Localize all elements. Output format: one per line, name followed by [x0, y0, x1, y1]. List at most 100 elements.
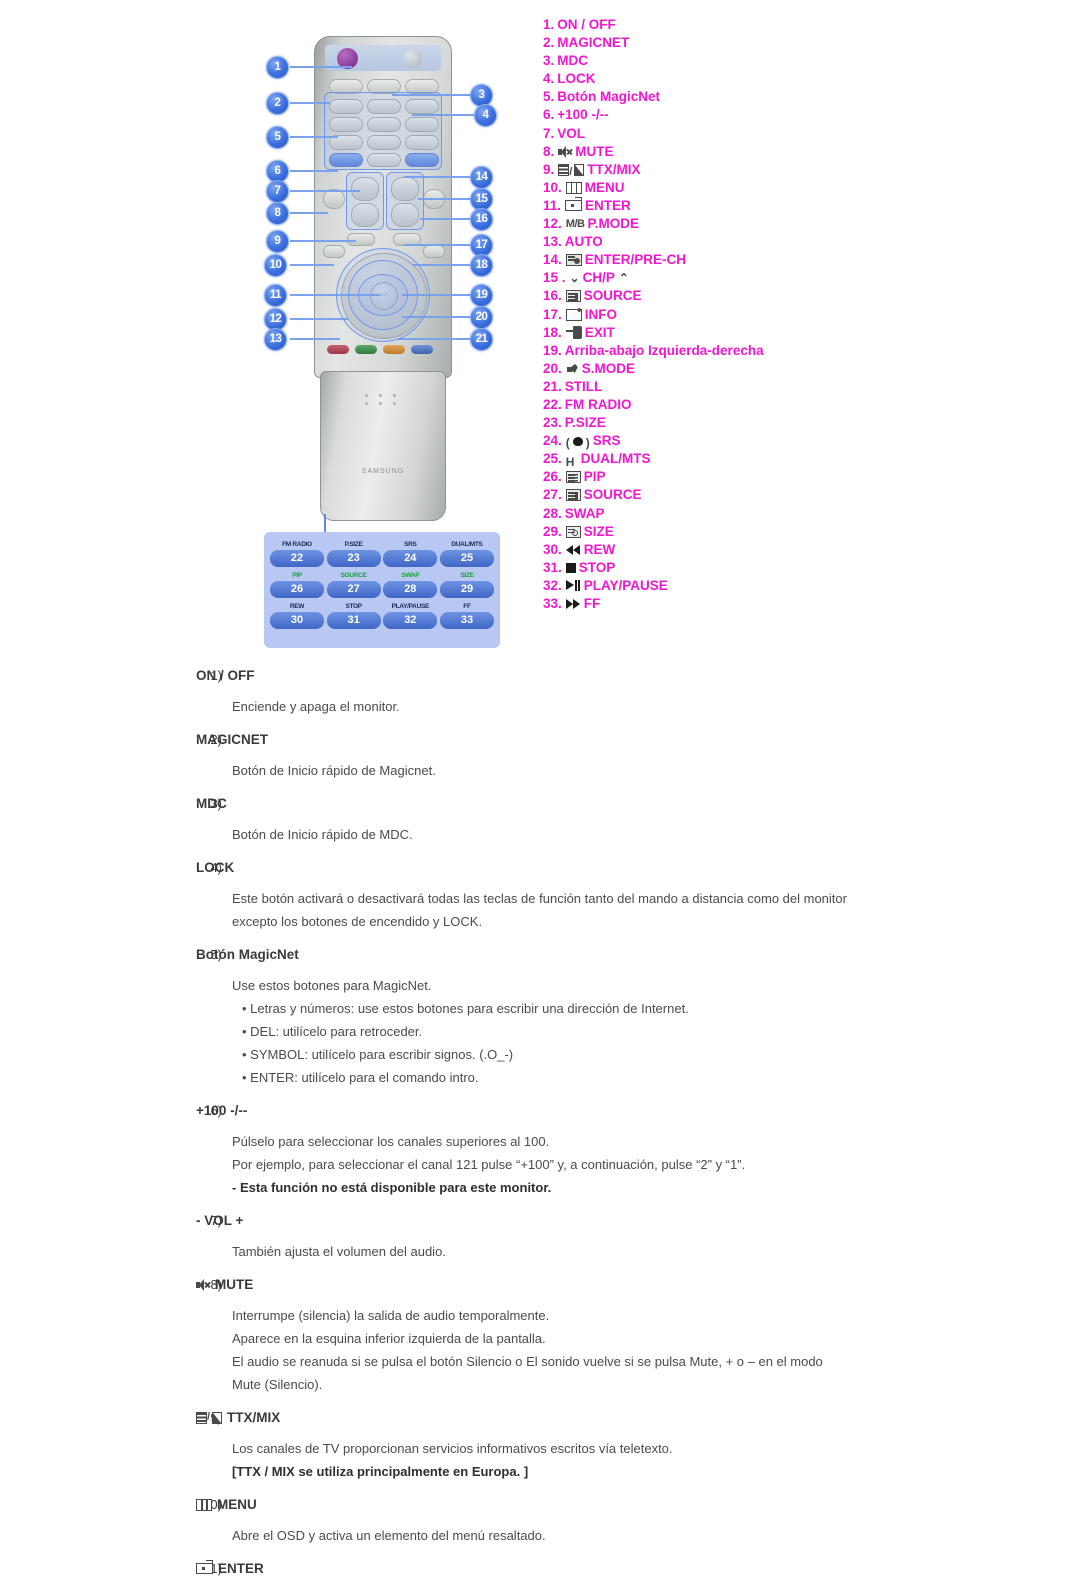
- legend-item: 6. +100 -/--: [543, 106, 963, 124]
- button-map-caption: SRS: [404, 541, 417, 548]
- entry-line: [TTX / MIX se utiliza principalmente en …: [232, 1464, 529, 1479]
- legend-item-number: 6.: [543, 107, 555, 123]
- callout-2: 2: [266, 92, 289, 115]
- entry-number: 7): [210, 1213, 222, 1228]
- legend-item-label: PIP: [583, 469, 606, 485]
- entry-body: También ajusta el volumen del audio.: [232, 1240, 1080, 1263]
- highlight-vol: [346, 172, 384, 230]
- pip-icon: [565, 471, 581, 484]
- button-map-number: 26: [270, 581, 324, 598]
- button-map-caption: DUAL/MTS: [451, 541, 483, 548]
- legend-item: 31. STOP: [543, 559, 963, 577]
- legend-item-label: INFO: [584, 306, 618, 322]
- leader-line-17: [404, 244, 470, 246]
- description-entry: 9)/TTX/MIXLos canales de TV proporcionan…: [0, 1410, 1080, 1483]
- legend-item: 13. AUTO: [543, 233, 963, 251]
- description-entry: 11) ENTER: [0, 1560, 1080, 1576]
- prech-icon: [565, 254, 582, 267]
- size-icon: [565, 525, 581, 538]
- entry-title-wrap: / TTX/MIX: [196, 1410, 280, 1425]
- legend-item-label: LOCK: [557, 71, 596, 87]
- legend-item-label: STOP: [578, 559, 616, 575]
- button-map-number: 25: [439, 550, 494, 567]
- entry-number: 5): [210, 947, 222, 962]
- entry-line: • DEL: utilícelo para retroceder.: [242, 1024, 423, 1039]
- description-entry: 2) MAGICNET Botón de Inicio rápido de Magi…: [0, 732, 1080, 782]
- entry-line: Enciende y apaga el monitor.: [232, 699, 400, 714]
- legend-item: 5. Botón MagicNet: [543, 88, 963, 106]
- entry-heading: 10) MENU: [196, 1497, 1080, 1512]
- ttx-mix-icon: /: [196, 1411, 222, 1424]
- callout-19: 19: [470, 284, 493, 307]
- legend-item-label: MAGICNET: [557, 35, 630, 51]
- legend-item-label: +100 -/--: [557, 107, 609, 123]
- legend-item-label: ENTER/PRE-CH: [584, 252, 687, 268]
- legend-item-label: FF: [583, 596, 601, 611]
- ttx-mix-icon: /: [558, 163, 585, 178]
- button-map-caption: FM RADIO: [282, 541, 312, 548]
- pmode-key: [323, 245, 345, 258]
- leader-line-21: [398, 338, 470, 340]
- button-map-number: 24: [383, 550, 438, 567]
- callout-16: 16: [470, 208, 493, 231]
- button-map-cell: SWAP 28: [383, 571, 438, 598]
- legend-item-number: 19.: [543, 342, 562, 358]
- entry-body: Este botón activará o desactivará todas …: [232, 887, 1080, 933]
- color-key-blue: [411, 345, 433, 354]
- entry-heading: 7) - VOL +: [196, 1213, 1080, 1228]
- legend-item-label: P.MODE: [587, 216, 639, 232]
- legend-item-label: ENTER: [585, 197, 631, 213]
- legend-item-label: TTX/MIX: [587, 161, 641, 177]
- button-map-number: 27: [326, 581, 381, 598]
- button-map-cell: SIZE 29: [439, 571, 494, 598]
- legend-item: 22. FM RADIO: [543, 396, 963, 414]
- legend-item: 20. S.MODE: [543, 360, 963, 378]
- legend-item: 25. H DUAL/MTS: [543, 450, 963, 470]
- legend-item: 16. SOURCE: [543, 287, 963, 305]
- button-map-number: 28: [383, 581, 438, 598]
- entry-title: TTX/MIX: [227, 1410, 281, 1425]
- callout-4: 4: [474, 104, 497, 127]
- remote-control-figure: C.P SAMSUNG 1 2 5 6 7 8 9 10 11 12 13 3 …: [252, 26, 510, 648]
- button-map-cell: DUAL/MTS 25: [439, 540, 494, 567]
- entry-line: También ajusta el volumen del audio.: [232, 1244, 446, 1259]
- menu-icon: [565, 181, 582, 194]
- enter-icon: [196, 1560, 213, 1574]
- legend-item-label: ON / OFF: [557, 17, 616, 32]
- legend-item-number: 13.: [543, 234, 562, 250]
- entry-body: Botón de Inicio rápido de MDC.: [232, 823, 1080, 846]
- leader-line-1: [290, 66, 352, 68]
- info-icon: [565, 308, 582, 321]
- legend-item: 3. MDC: [543, 52, 963, 70]
- legend-item-label: Botón MagicNet: [557, 89, 661, 105]
- exit-icon: [565, 326, 582, 340]
- entry-line: El audio se reanuda si se pulsa el botón…: [232, 1354, 823, 1369]
- legend-item-number: 20.: [543, 360, 562, 376]
- entry-heading: 2) MAGICNET: [196, 732, 1080, 747]
- legend-item: 8. MUTE: [543, 143, 963, 161]
- button-map-cell: P.SIZE 23: [326, 540, 381, 567]
- srs-icon: (): [565, 435, 590, 450]
- entry-line: • ENTER: utilícelo para el comando intro…: [242, 1070, 479, 1085]
- legend-item-number: 9.: [543, 161, 555, 177]
- leader-line-10: [290, 264, 334, 266]
- legend-item: 28. SWAP: [543, 505, 963, 523]
- color-key-red: [327, 345, 349, 354]
- highlight-pad-center: [358, 274, 408, 316]
- ch-p-icon: ⌄: [569, 271, 580, 286]
- legend-item-label: Arriba-abajo Izquierda-derecha: [564, 342, 764, 358]
- source-icon: [565, 290, 581, 303]
- legend-item: 19. Arriba-abajo Izquierda-derecha: [543, 342, 963, 360]
- legend-item: 10. MENU: [543, 179, 963, 197]
- legend-item: 26. PIP: [543, 468, 963, 486]
- button-map-cell: STOP 31: [326, 602, 381, 629]
- entry-heading: 8) MUTE: [196, 1277, 1080, 1292]
- dual-icon: H: [565, 455, 575, 470]
- remote-overview-section: C.P SAMSUNG 1 2 5 6 7 8 9 10 11 12 13 3 …: [0, 0, 1080, 650]
- legend-item-label: PLAY/PAUSE: [583, 577, 668, 593]
- legend-item-number: 2.: [543, 35, 555, 51]
- description-entry: 7) - VOL + También ajusta el volumen del a…: [0, 1213, 1080, 1263]
- button-map-number: 33: [439, 612, 494, 629]
- legend-item-number: 26.: [543, 469, 562, 485]
- legend-item: 21. STILL: [543, 378, 963, 396]
